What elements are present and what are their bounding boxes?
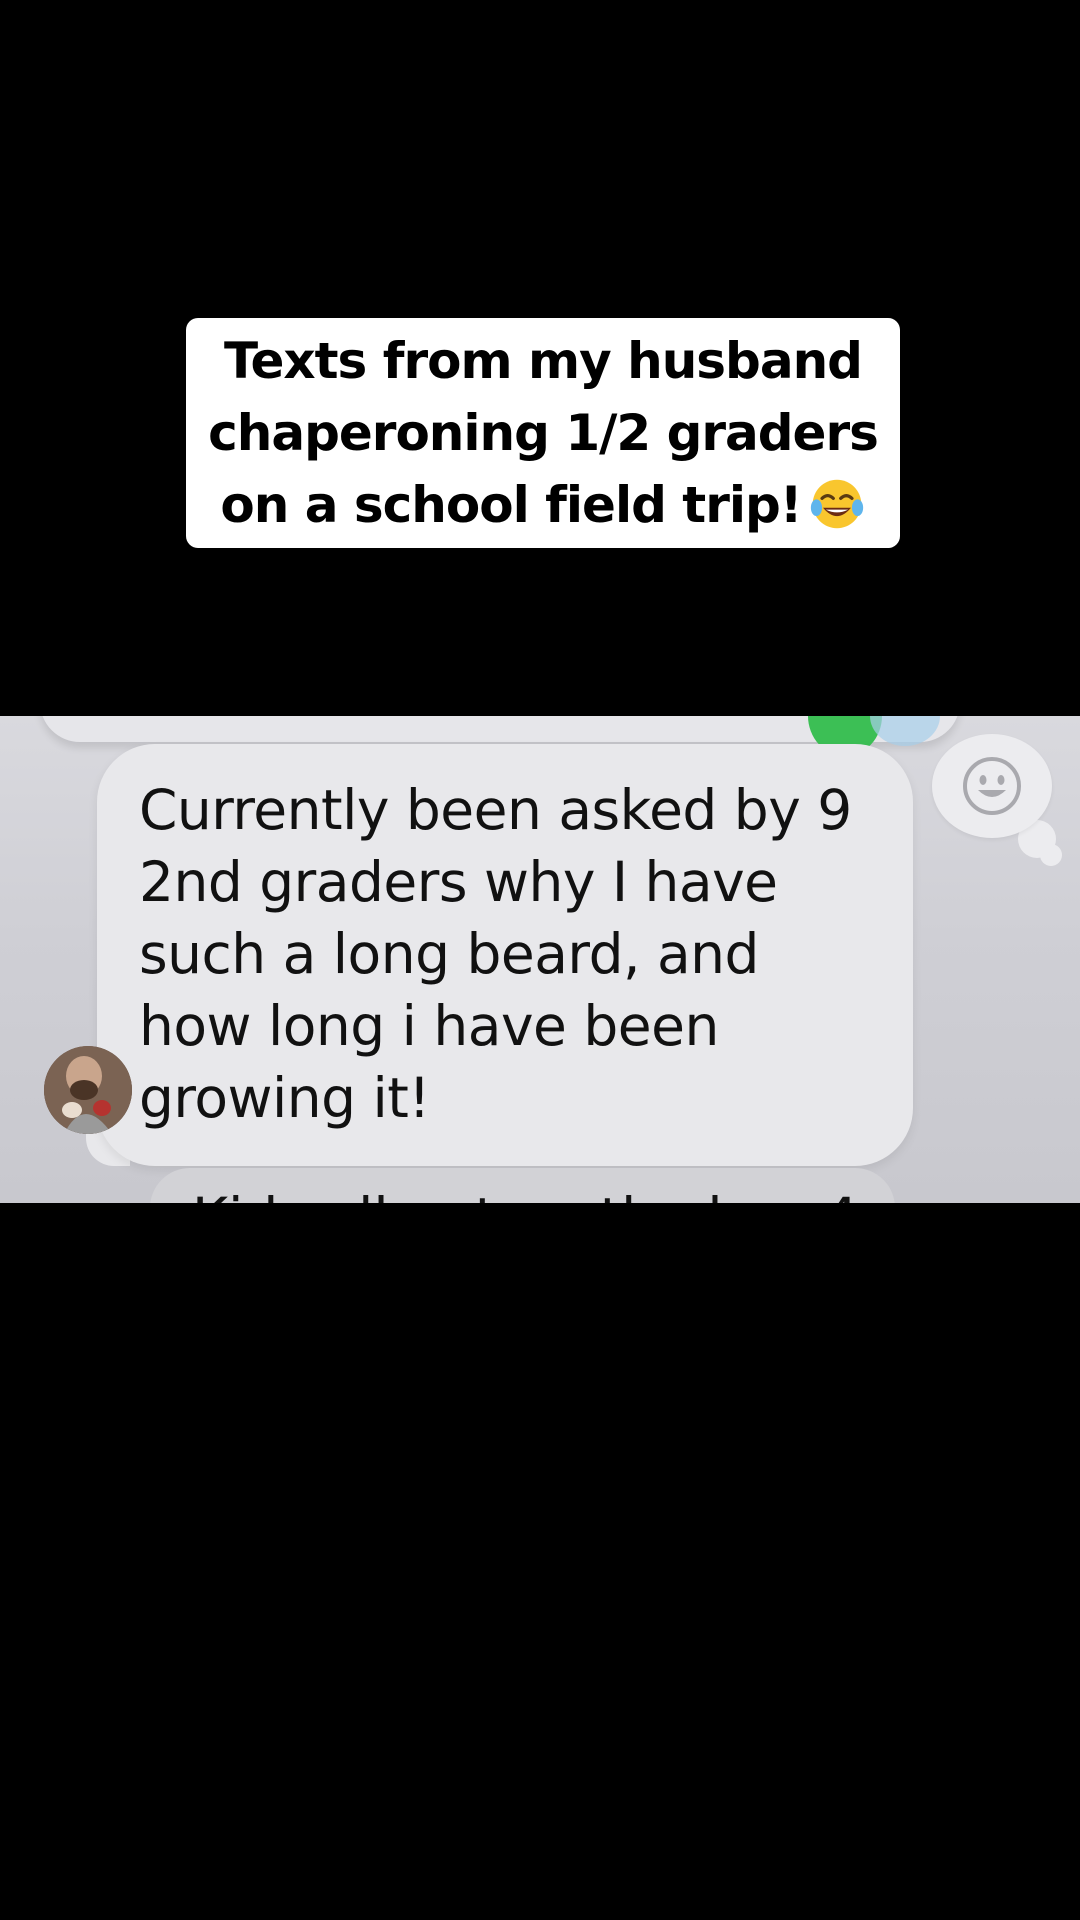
- contact-avatar[interactable]: [44, 1046, 132, 1134]
- message-line-3: such a long beard, and: [139, 922, 759, 986]
- tapback-button[interactable]: [932, 734, 1052, 838]
- smiley-face-icon: [963, 757, 1021, 815]
- next-message-bubble[interactable]: Kids all got on the bus 4: [150, 1168, 895, 1203]
- message-line-1: Currently been asked by 9: [139, 778, 852, 842]
- message-line-4: how long i have been: [139, 994, 719, 1058]
- incoming-message-bubble[interactable]: Currently been asked by 9 2nd graders wh…: [97, 744, 913, 1166]
- avatar-photo: [44, 1046, 132, 1134]
- caption-line-3: on a school field trip!: [220, 476, 802, 534]
- messages-screenshot: Currently been asked by 9 2nd graders wh…: [0, 716, 1080, 1203]
- next-message-text: Kids all got on the bus 4: [192, 1182, 858, 1203]
- tapback-tail-dot: [1040, 844, 1062, 866]
- face-with-tears-of-joy-icon: [810, 479, 863, 529]
- caption-line-1: Texts from my husband: [224, 332, 863, 390]
- caption-line-3-wrap: on a school field trip!: [220, 469, 865, 541]
- message-line-2: 2nd graders why I have: [139, 850, 778, 914]
- caption-box: Texts from my husband chaperoning 1/2 gr…: [186, 318, 900, 548]
- video-frame: Texts from my husband chaperoning 1/2 gr…: [0, 0, 1080, 1920]
- message-line-5: growing it!: [139, 1066, 430, 1130]
- caption-line-2: chaperoning 1/2 graders: [208, 404, 879, 462]
